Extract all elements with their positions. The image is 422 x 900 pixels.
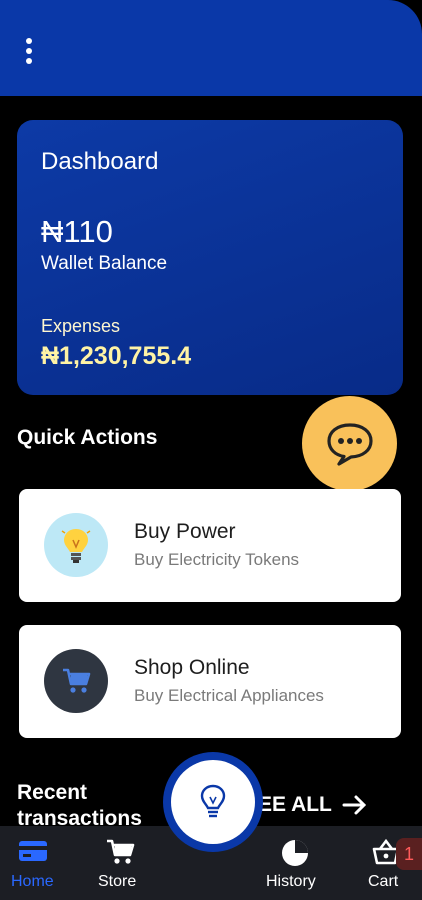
shop-online-title: Shop Online	[134, 656, 250, 679]
nav-store[interactable]: Store	[90, 826, 150, 900]
see-all-label: EE ALL	[258, 793, 332, 816]
nav-home-label: Home	[11, 873, 54, 890]
nav-store-label: Store	[98, 873, 137, 890]
quick-actions-title: Quick Actions	[17, 426, 158, 449]
nav-history-label: History	[266, 873, 316, 890]
nav-home[interactable]: Home	[0, 826, 66, 900]
center-action-inner	[171, 760, 255, 844]
expenses-label: Expenses	[41, 316, 121, 336]
see-all-link[interactable]: EE ALL	[258, 793, 368, 817]
chat-button[interactable]	[302, 396, 397, 491]
buy-power-title: Buy Power	[134, 520, 236, 543]
wallet-balance-label: Wallet Balance	[41, 253, 168, 274]
chat-bubble-icon	[326, 422, 373, 466]
card-icon	[19, 841, 47, 861]
lightbulb-icon	[200, 784, 226, 818]
cart-icon	[107, 839, 135, 864]
center-action-button[interactable]	[163, 752, 263, 852]
cart-count-badge: 1	[396, 838, 422, 870]
shop-online-subtitle: Buy Electrical Appliances	[134, 686, 324, 705]
expenses-value: ₦1,230,755.4	[41, 342, 192, 370]
dashboard-title: Dashboard	[41, 148, 159, 175]
wallet-balance-value: ₦110	[41, 214, 113, 249]
buy-power-card[interactable]: Buy Power Buy Electricity Tokens	[19, 489, 401, 602]
arrow-right-icon	[342, 795, 367, 815]
more-dot	[26, 48, 32, 54]
more-dot	[26, 38, 32, 44]
more-dot	[26, 58, 32, 64]
recent-title-line1: Recent	[17, 781, 88, 804]
nav-history[interactable]: History	[262, 826, 328, 900]
app-bar	[0, 0, 422, 96]
buy-power-subtitle: Buy Electricity Tokens	[134, 550, 300, 569]
pie-chart-icon	[282, 840, 308, 866]
dashboard-card: Dashboard ₦110 Wallet Balance Expenses ₦…	[17, 120, 403, 395]
cart-icon	[44, 649, 108, 713]
lightbulb-icon	[44, 513, 108, 577]
nav-cart-label: Cart	[368, 873, 399, 890]
recent-transactions-title: Recent transactions	[17, 780, 142, 832]
more-options-button[interactable]	[18, 34, 40, 68]
shop-online-card[interactable]: Shop Online Buy Electrical Appliances	[19, 625, 401, 738]
